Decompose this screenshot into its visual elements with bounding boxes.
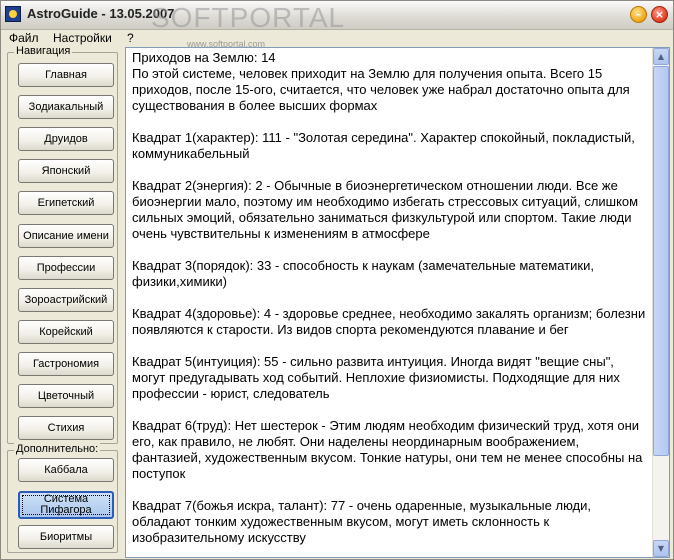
paragraph-square-4: Квадрат 4(здоровье): 4 - здоровье средне… bbox=[132, 306, 646, 337]
app-icon[interactable] bbox=[5, 6, 21, 22]
paragraph-square-1: Квадрат 1(характер): 111 - "Золотая сере… bbox=[132, 130, 635, 161]
nav-button-professions[interactable]: Профессии bbox=[18, 256, 114, 280]
scroll-up-arrow-icon[interactable]: ▲ bbox=[653, 48, 669, 65]
menu-file[interactable]: Файл bbox=[9, 31, 39, 45]
nav-button-druid[interactable]: Друидов bbox=[18, 127, 114, 151]
nav-button-biorhythms[interactable]: Биоритмы bbox=[18, 525, 114, 549]
scroll-thumb[interactable] bbox=[653, 66, 669, 456]
extra-group: Дополнительно: Каббала Система Пифагора … bbox=[7, 443, 118, 553]
nav-button-gastronomy[interactable]: Гастрономия bbox=[18, 352, 114, 376]
nav-button-egyptian[interactable]: Египетский bbox=[18, 191, 114, 215]
nav-button-pythagoras[interactable]: Система Пифагора bbox=[18, 491, 114, 519]
paragraph-arrivals: Приходов на Землю: 14 По этой системе, ч… bbox=[132, 50, 630, 113]
paragraph-square-6: Квадрат 6(труд): Нет шестерок - Этим люд… bbox=[132, 418, 643, 481]
nav-button-korean[interactable]: Корейский bbox=[18, 320, 114, 344]
nav-button-zoroastrian[interactable]: Зороастрийский bbox=[18, 288, 114, 312]
menu-help[interactable]: ? bbox=[127, 31, 134, 45]
nav-button-zodiac[interactable]: Зодиакальный bbox=[18, 95, 114, 119]
paragraph-square-2: Квадрат 2(энергия): 2 - Обычные в биоэне… bbox=[132, 178, 639, 241]
minimize-button[interactable]: – bbox=[630, 6, 647, 23]
result-text-panel[interactable]: Приходов на Землю: 14 По этой системе, ч… bbox=[125, 47, 670, 558]
scroll-down-arrow-icon[interactable]: ▼ bbox=[653, 540, 669, 557]
result-text: Приходов на Землю: 14 По этой системе, ч… bbox=[132, 50, 646, 557]
paragraph-square-5: Квадрат 5(интуиция): 55 - сильно развита… bbox=[132, 354, 620, 401]
paragraph-square-7: Квадрат 7(божья искра, талант): 77 - оче… bbox=[132, 498, 591, 545]
navigation-group-label: Навигация bbox=[14, 45, 73, 57]
menu-settings[interactable]: Настройки bbox=[53, 31, 112, 45]
nav-button-flower[interactable]: Цветочный bbox=[18, 384, 114, 408]
sidebar: Навигация Главная Зодиакальный Друидов Я… bbox=[7, 45, 120, 553]
title-bar[interactable]: AstroGuide - 13.05.2007 SOFTPORTAL – × bbox=[1, 1, 673, 33]
nav-button-name-description[interactable]: Описание имени bbox=[18, 224, 114, 248]
vertical-scrollbar[interactable]: ▲ ▼ bbox=[652, 48, 669, 557]
navigation-group: Навигация Главная Зодиакальный Друидов Я… bbox=[7, 45, 118, 444]
paragraph-square-3: Квадрат 3(порядок): 33 - способность к н… bbox=[132, 258, 594, 289]
nav-button-japanese[interactable]: Японский bbox=[18, 159, 114, 183]
nav-button-element[interactable]: Стихия bbox=[18, 416, 114, 440]
close-button[interactable]: × bbox=[651, 6, 668, 23]
extra-group-label: Дополнительно: bbox=[14, 443, 101, 455]
app-window: AstroGuide - 13.05.2007 SOFTPORTAL – × w… bbox=[0, 0, 674, 560]
nav-button-main[interactable]: Главная bbox=[18, 63, 114, 87]
menu-bar: Файл Настройки ? bbox=[1, 29, 673, 46]
nav-button-kabbalah[interactable]: Каббала bbox=[18, 458, 114, 482]
